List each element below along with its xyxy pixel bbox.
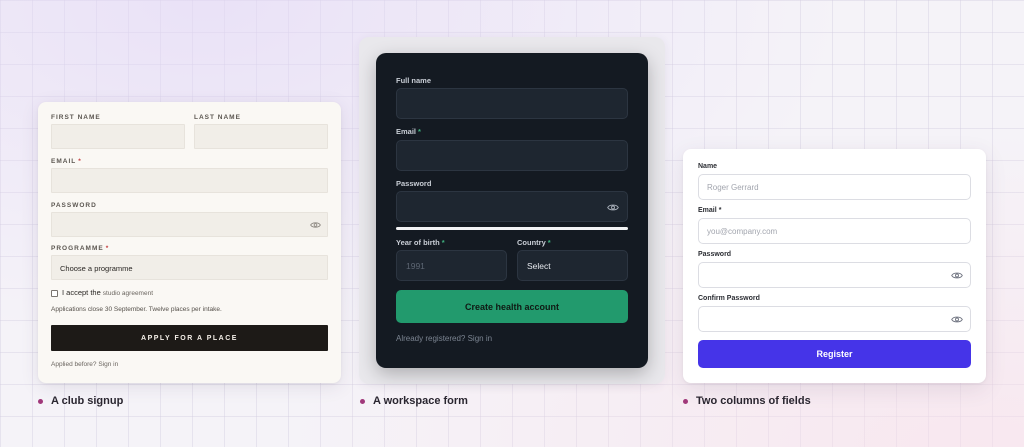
password-input[interactable]: [396, 191, 628, 222]
first-name-label: FIRST NAME: [51, 114, 101, 121]
name-input[interactable]: Roger Gerrard: [698, 174, 971, 200]
confirm-password-label: Confirm Password: [698, 295, 760, 302]
caption-club-signup: A club signup: [38, 395, 123, 407]
email-placeholder: you@company.com: [707, 227, 778, 236]
caption-text: A workspace form: [373, 395, 468, 407]
bullet-dot: [683, 398, 688, 404]
country-select[interactable]: Select: [517, 250, 628, 281]
bullet-dot: [38, 398, 43, 404]
required-mark: *: [441, 238, 445, 247]
bullet-dot: [360, 398, 365, 404]
agreement-checkbox[interactable]: [51, 290, 58, 297]
last-name-input[interactable]: [194, 124, 328, 149]
year-of-birth-label: Year of birth *: [396, 238, 445, 247]
email-input[interactable]: [396, 140, 628, 171]
year-of-birth-input[interactable]: 1991: [396, 250, 507, 281]
programme-select-value: Choose a programme: [60, 264, 133, 273]
programme-select[interactable]: Choose a programme: [51, 255, 328, 280]
email-input[interactable]: you@company.com: [698, 218, 971, 244]
programme-label: PROGRAMME *: [51, 245, 110, 252]
name-label: Name: [698, 163, 718, 170]
password-strength-bar: [396, 227, 628, 230]
email-label: Email *: [698, 207, 722, 214]
country-select-value: Select: [527, 261, 551, 271]
password-label: PASSWORD: [51, 202, 97, 209]
caption-text: A club signup: [51, 395, 124, 407]
full-name-label: Full name: [396, 76, 432, 85]
country-label: Country *: [517, 238, 551, 247]
two-columns-card: Name Roger Gerrard Email * you@company.co…: [683, 149, 986, 383]
year-of-birth-placeholder: 1991: [406, 261, 425, 271]
password-input[interactable]: [51, 212, 328, 237]
sign-in-link[interactable]: Already registered? Sign in: [396, 334, 492, 343]
apply-button[interactable]: APPLY FOR A PLACE: [51, 325, 328, 351]
first-name-input[interactable]: [51, 124, 185, 149]
confirm-password-input[interactable]: [698, 306, 971, 332]
agreement-text: I accept the studio agreement: [62, 288, 154, 297]
required-mark: *: [78, 158, 82, 165]
register-button[interactable]: Register: [698, 340, 971, 368]
eye-icon[interactable]: [607, 203, 619, 212]
sign-in-link[interactable]: Applied before? Sign in: [51, 361, 118, 368]
create-account-button[interactable]: Create health account: [396, 290, 628, 323]
last-name-label: LAST NAME: [194, 114, 241, 121]
applications-note: Applications close 30 September. Twelve …: [51, 306, 222, 313]
studio-agreement-link[interactable]: studio agreement: [103, 290, 153, 297]
password-input[interactable]: [698, 262, 971, 288]
club-signup-card: FIRST NAME LAST NAME EMAIL * PASSWORD PRO…: [38, 102, 341, 383]
required-mark: *: [105, 245, 110, 252]
caption-text: Two columns of fields: [696, 395, 811, 407]
required-mark: *: [547, 238, 551, 247]
eye-icon[interactable]: [951, 315, 963, 324]
password-label: Password: [396, 179, 432, 188]
email-input[interactable]: [51, 168, 328, 193]
eye-icon[interactable]: [951, 271, 963, 280]
caption-workspace-form: A workspace form: [360, 395, 468, 407]
required-mark: *: [718, 207, 722, 214]
name-placeholder: Roger Gerrard: [707, 183, 759, 192]
eye-icon[interactable]: [310, 221, 321, 229]
email-label: EMAIL *: [51, 158, 82, 165]
email-label: Email *: [396, 127, 421, 136]
caption-two-columns: Two columns of fields: [683, 395, 811, 407]
workspace-form-card: Full name Email * Password Year of birth *…: [376, 53, 648, 368]
full-name-input[interactable]: [396, 88, 628, 119]
required-mark: *: [418, 127, 421, 136]
password-label: Password: [698, 251, 732, 258]
